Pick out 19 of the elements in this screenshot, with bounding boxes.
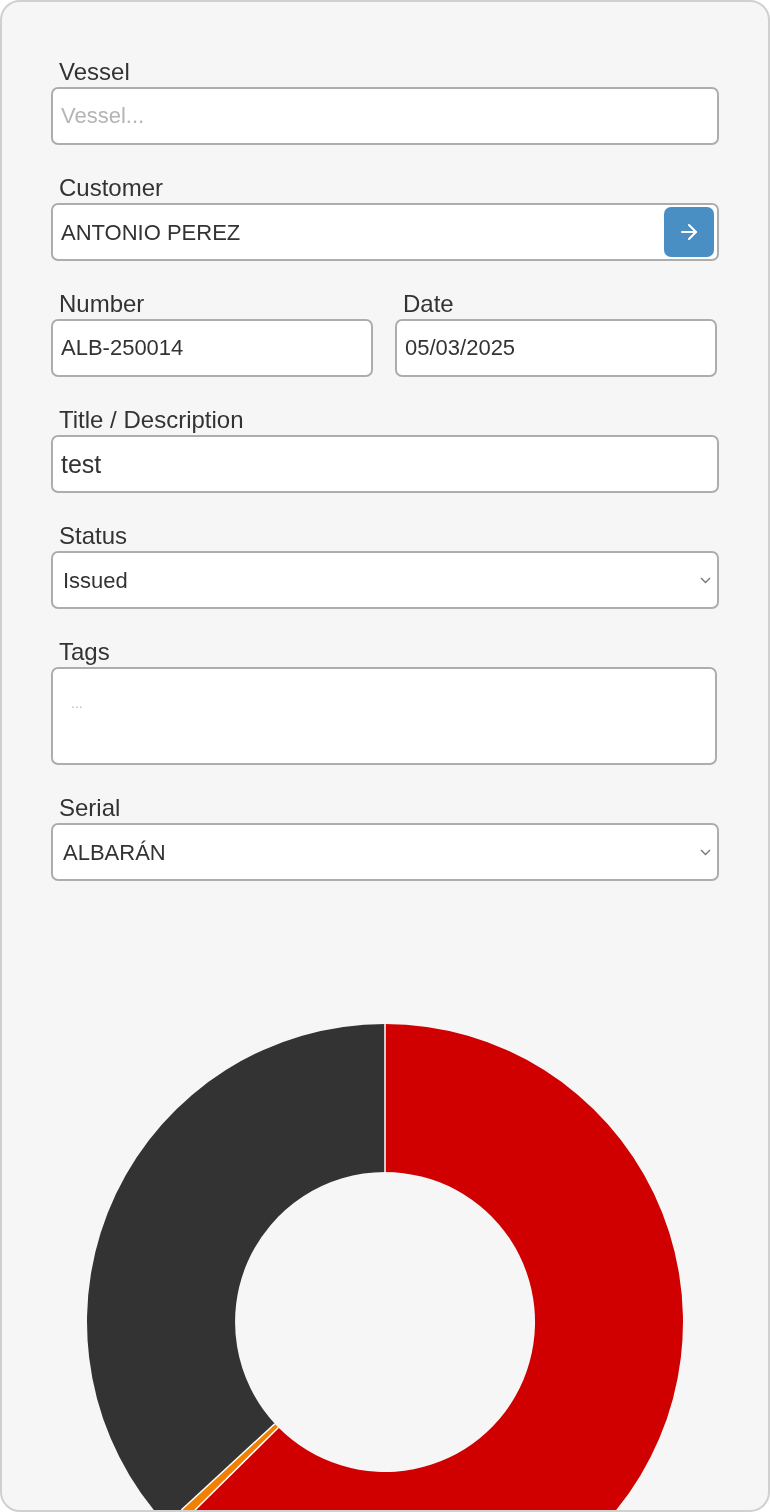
- chevron-down-icon: [700, 848, 711, 856]
- tags-field[interactable]: ...: [51, 667, 717, 765]
- field-label: Status: [59, 522, 128, 550]
- select-field[interactable]: Issued: [51, 551, 719, 609]
- chevron-down-icon: [700, 576, 711, 584]
- field-label: Tags: [59, 638, 110, 666]
- input-field[interactable]: 05/03/2025: [395, 319, 717, 377]
- select-field[interactable]: ALBARÁN: [51, 823, 719, 881]
- field-label: Title / Description: [59, 406, 244, 434]
- input-field[interactable]: ALB-250014: [51, 319, 373, 377]
- field-label: Serial: [59, 794, 121, 822]
- input-field[interactable]: ANTONIO PEREZ: [51, 203, 719, 261]
- field-label: Date: [403, 290, 454, 318]
- field-label: Vessel: [59, 58, 130, 86]
- input-field[interactable]: test: [51, 435, 719, 493]
- go-button[interactable]: [664, 207, 714, 257]
- field-label: Customer: [59, 174, 164, 202]
- input-field[interactable]: Vessel...: [51, 87, 719, 145]
- field-label: Number: [59, 290, 145, 318]
